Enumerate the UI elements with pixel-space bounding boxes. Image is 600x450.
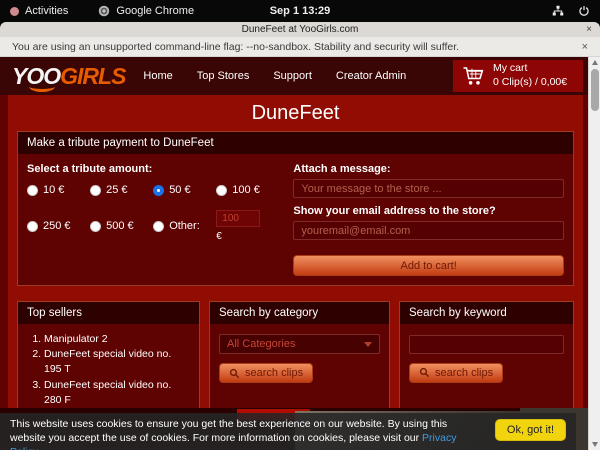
category-selected-value: All Categories <box>227 338 295 350</box>
scroll-up-icon[interactable] <box>592 60 598 65</box>
cookie-consent-bar: This website uses cookies to ensure you … <box>0 413 576 450</box>
amount-radio-other[interactable]: Other: <box>153 210 216 242</box>
category-search-header: Search by category <box>210 302 389 324</box>
amount-options: 10 € 25 € 50 € 100 € 250 € 500 € Other: … <box>27 184 279 242</box>
amount-radio-500[interactable]: 500 € <box>90 210 153 242</box>
search-icon <box>229 368 240 379</box>
radio-button[interactable] <box>153 185 164 196</box>
category-select[interactable]: All Categories <box>219 334 380 354</box>
email-label: Show your email address to the store? <box>293 205 564 217</box>
search-icon <box>419 367 430 378</box>
focused-app-menu[interactable]: Google Chrome <box>98 5 194 17</box>
cart-label: My cart <box>493 62 567 76</box>
page-title: DuneFeet <box>8 95 583 131</box>
tribute-panel: Make a tribute payment to DuneFeet Selec… <box>17 131 574 286</box>
keyword-search-button[interactable]: search clips <box>409 363 503 383</box>
list-item[interactable]: Manipulator 2 <box>44 332 191 347</box>
focused-app-label: Google Chrome <box>116 5 194 17</box>
keyword-search-header: Search by keyword <box>400 302 573 324</box>
currency-symbol: € <box>216 231 279 242</box>
radio-button[interactable] <box>216 185 227 196</box>
nav-top-stores[interactable]: Top Stores <box>197 70 250 82</box>
nav-creator-admin[interactable]: Creator Admin <box>336 70 406 82</box>
nav-home[interactable]: Home <box>143 70 172 82</box>
warning-text: You are using an unsupported command-lin… <box>12 41 459 53</box>
site-logo[interactable]: YOOGIRLS <box>12 63 125 90</box>
amount-radio-10[interactable]: 10 € <box>27 184 90 196</box>
keyword-input[interactable] <box>409 335 564 354</box>
desktop-top-bar: Activities Google Chrome Sep 1 13:29 <box>0 0 600 22</box>
warning-close-icon[interactable]: × <box>582 41 588 53</box>
scrollbar[interactable] <box>588 57 600 450</box>
radio-button[interactable] <box>90 221 101 232</box>
activities-button[interactable]: Activities <box>25 5 68 17</box>
top-sellers-header: Top sellers <box>18 302 199 324</box>
main-nav: Home Top Stores Support Creator Admin <box>143 70 406 82</box>
site-header: YOOGIRLS Home Top Stores Support Creator… <box>0 57 588 95</box>
sandbox-warning-bar: You are using an unsupported command-lin… <box>0 37 600 57</box>
cookie-accept-button[interactable]: Ok, got it! <box>495 419 566 441</box>
power-icon[interactable] <box>578 5 590 17</box>
cookie-message: This website uses cookies to ensure you … <box>10 418 485 450</box>
cart-count: 0 Clip(s) / 0,00€ <box>493 76 567 90</box>
list-item[interactable]: DuneFeet special video no. 280 F <box>44 378 191 408</box>
close-icon[interactable]: × <box>578 24 600 35</box>
clock[interactable]: Sep 1 13:29 <box>0 5 600 17</box>
radio-button[interactable] <box>90 185 101 196</box>
amount-label: Select a tribute amount: <box>27 163 279 175</box>
amount-radio-100[interactable]: 100 € <box>216 184 279 196</box>
activity-indicator-dot <box>10 7 19 16</box>
nav-support[interactable]: Support <box>273 70 312 82</box>
tribute-panel-header: Make a tribute payment to DuneFeet <box>18 132 573 154</box>
add-to-cart-button[interactable]: Add to cart! <box>293 255 564 276</box>
category-search-button[interactable]: search clips <box>219 363 313 383</box>
radio-button[interactable] <box>27 221 38 232</box>
message-label: Attach a message: <box>293 163 564 175</box>
browser-titlebar[interactable]: DuneFeet at YooGirls.com × <box>0 22 600 37</box>
scroll-down-icon[interactable] <box>592 442 598 447</box>
message-input[interactable] <box>293 179 564 198</box>
main-container: DuneFeet Make a tribute payment to DuneF… <box>8 95 583 410</box>
radio-button[interactable] <box>27 185 38 196</box>
cart-icon <box>461 64 485 88</box>
email-input[interactable] <box>293 221 564 240</box>
browser-viewport: YOOGIRLS Home Top Stores Support Creator… <box>0 57 600 450</box>
amount-radio-50[interactable]: 50 € <box>153 184 216 196</box>
scrollbar-thumb[interactable] <box>591 69 599 111</box>
chevron-down-icon <box>364 342 372 347</box>
amount-radio-25[interactable]: 25 € <box>90 184 153 196</box>
window-title: DuneFeet at YooGirls.com <box>0 24 600 35</box>
my-cart-button[interactable]: My cart 0 Clip(s) / 0,00€ <box>453 60 583 92</box>
amount-radio-250[interactable]: 250 € <box>27 210 90 242</box>
network-icon[interactable] <box>552 5 564 17</box>
chrome-icon <box>98 5 110 17</box>
radio-button[interactable] <box>153 221 164 232</box>
other-amount-input[interactable] <box>216 210 260 227</box>
list-item[interactable]: DuneFeet special video no. 195 T <box>44 347 191 377</box>
